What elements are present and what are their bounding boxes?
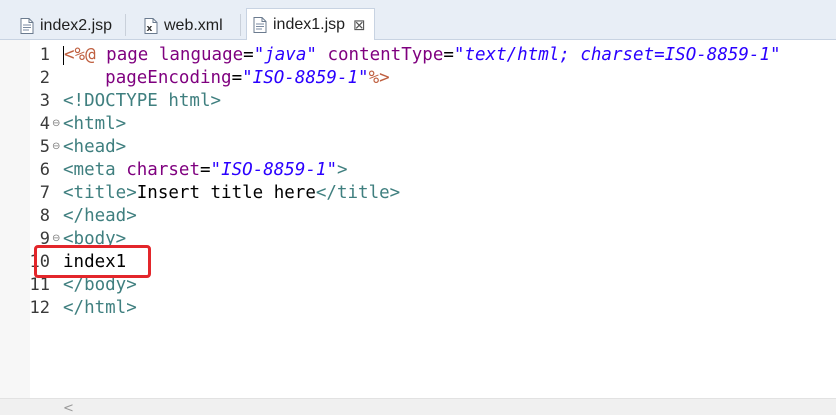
code-line: 3 <!DOCTYPE html> [0, 90, 836, 113]
tab-separator [240, 14, 241, 36]
line-number: 12 [29, 298, 50, 318]
fold-marker[interactable] [52, 165, 61, 174]
code-text[interactable]: pageEncoding="ISO-8859-1"%> [63, 67, 390, 90]
tab-index1-jsp[interactable]: index1.jsp ⊠ [246, 8, 375, 41]
editor-tab-bar: index2.jsp x web.xml index1.jsp ⊠ [0, 0, 836, 41]
code-text[interactable]: <head> [63, 136, 126, 159]
line-number: 5 [39, 137, 50, 157]
code-text[interactable]: <%@ page language="java" contentType="te… [63, 44, 781, 67]
fold-marker[interactable] [52, 280, 61, 289]
jsp-file-icon [253, 17, 267, 33]
code-line: 6 <meta charset="ISO-8859-1"> [0, 159, 836, 182]
code-line: 4 ⊖ <html> [0, 113, 836, 136]
line-number: 8 [39, 206, 50, 226]
line-number: 6 [39, 160, 50, 180]
code-text[interactable]: </html> [63, 297, 137, 320]
jsp-file-icon [20, 18, 34, 34]
code-line: 8 </head> [0, 205, 836, 228]
code-text[interactable]: <title>Insert title here</title> [63, 182, 400, 205]
tab-label: index2.jsp [40, 17, 113, 34]
code-line: 12 </html> [0, 297, 836, 320]
code-text[interactable]: </head> [63, 205, 137, 228]
fold-marker[interactable] [52, 73, 61, 82]
line-number: 3 [39, 91, 50, 111]
code-text[interactable]: <meta charset="ISO-8859-1"> [63, 159, 348, 182]
scroll-left-arrow-icon[interactable]: < [63, 401, 74, 416]
tab-label: web.xml [164, 17, 223, 34]
line-number: 1 [39, 45, 50, 65]
code-line: 2 pageEncoding="ISO-8859-1"%> [0, 67, 836, 90]
fold-marker[interactable] [52, 188, 61, 197]
horizontal-scrollbar[interactable]: < [0, 398, 836, 416]
fold-marker[interactable]: ⊖ [52, 234, 61, 244]
svg-text:x: x [147, 24, 153, 34]
fold-marker[interactable]: ⊖ [52, 142, 61, 152]
highlight-annotation-box [34, 245, 151, 278]
tab-index2-jsp[interactable]: index2.jsp [20, 12, 112, 40]
code-line: 1 <%@ page language="java" contentType="… [0, 44, 836, 67]
tab-separator [125, 14, 126, 36]
fold-marker[interactable] [52, 211, 61, 220]
close-icon[interactable]: ⊠ [353, 16, 366, 34]
xml-file-icon: x [144, 18, 158, 34]
line-number: 4 [39, 114, 50, 134]
fold-marker[interactable]: ⊖ [52, 119, 61, 129]
code-editor[interactable]: 1 <%@ page language="java" contentType="… [0, 40, 836, 416]
code-line: 7 <title>Insert title here</title> [0, 182, 836, 205]
fold-marker[interactable] [52, 50, 61, 59]
line-number: 7 [39, 183, 50, 203]
code-text[interactable]: <!DOCTYPE html> [63, 90, 221, 113]
tab-web-xml[interactable]: x web.xml [144, 12, 223, 40]
fold-marker[interactable] [52, 96, 61, 105]
code-text[interactable]: <html> [63, 113, 126, 136]
line-number: 2 [39, 68, 50, 88]
code-line: 5 ⊖ <head> [0, 136, 836, 159]
tab-label: index1.jsp [273, 16, 346, 33]
fold-marker[interactable] [52, 303, 61, 312]
